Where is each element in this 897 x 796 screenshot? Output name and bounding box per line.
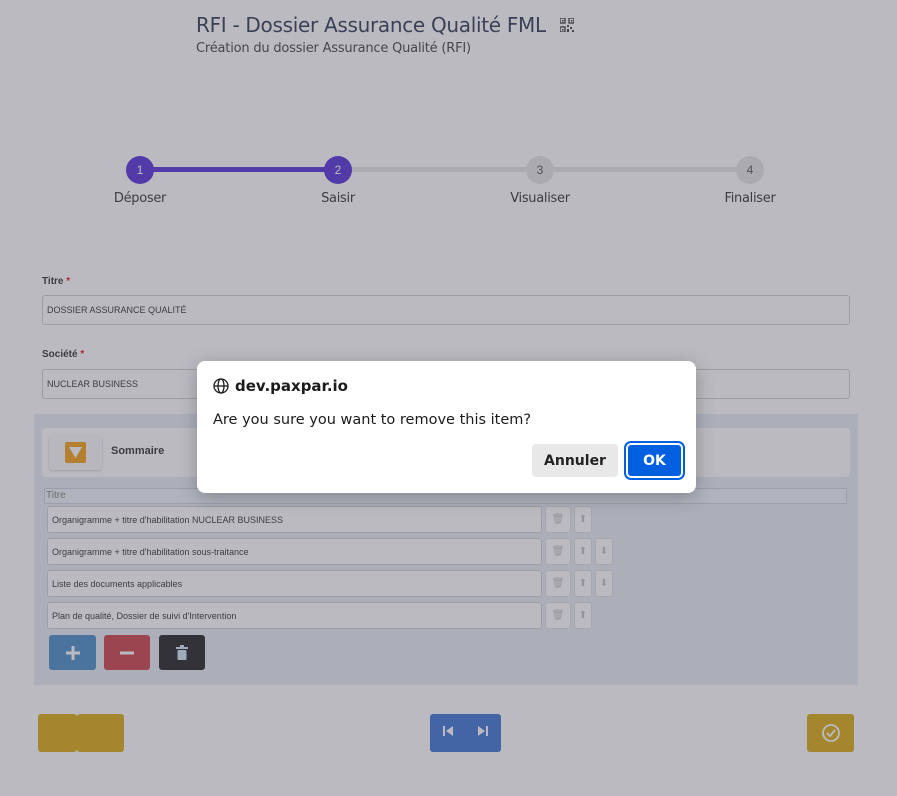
globe-icon [213, 378, 229, 394]
cancel-button[interactable]: Annuler [532, 444, 618, 477]
dialog-origin: dev.paxpar.io [213, 377, 348, 395]
dialog-origin-text: dev.paxpar.io [235, 377, 348, 395]
dialog-message: Are you sure you want to remove this ite… [213, 412, 532, 428]
ok-button[interactable]: OK [624, 441, 685, 480]
confirm-dialog: dev.paxpar.io Are you sure you want to r… [197, 361, 696, 493]
